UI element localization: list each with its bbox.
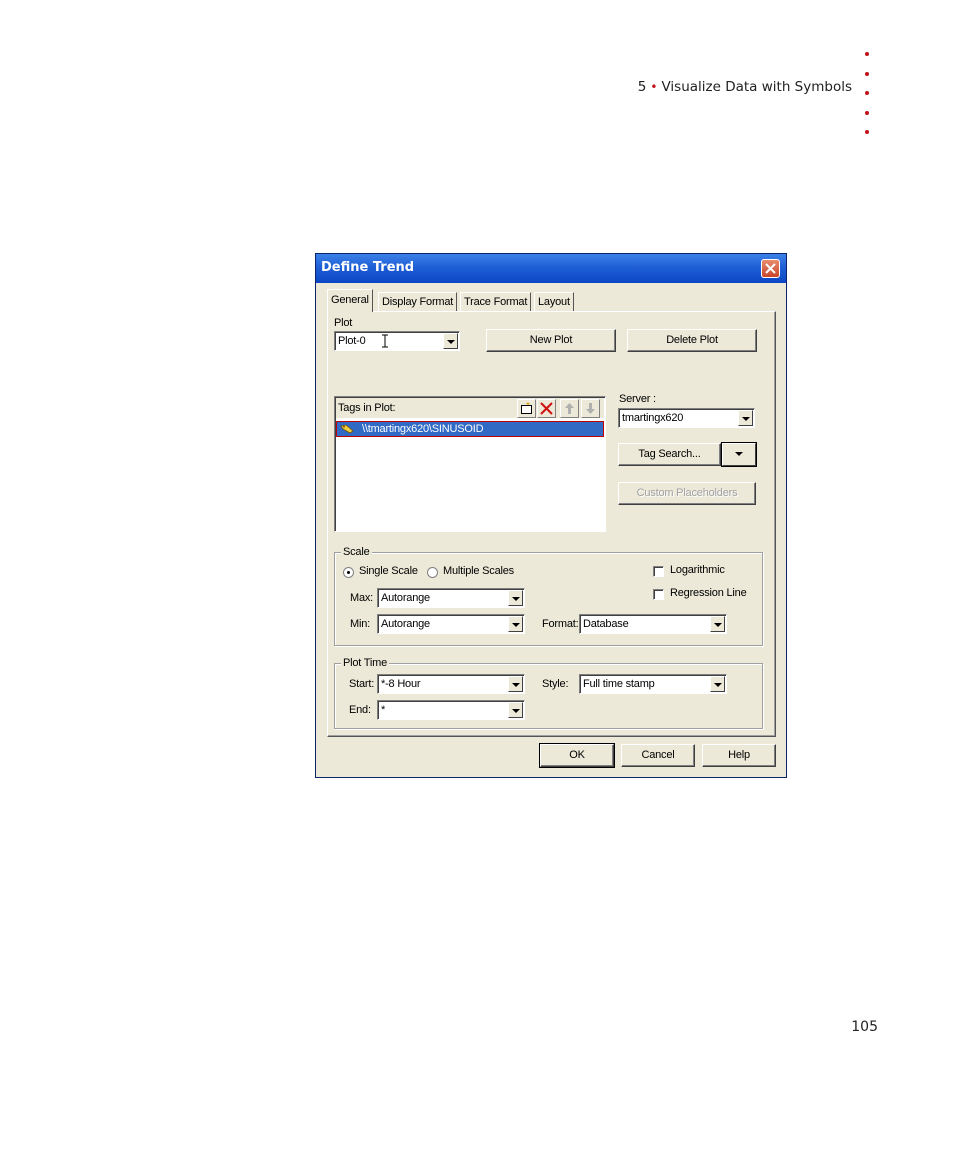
page-header: 5 • Visualize Data with Symbols <box>600 79 852 95</box>
new-plot-button[interactable]: New Plot <box>486 329 616 352</box>
define-trend-dialog: Define Trend General Display Format Trac… <box>315 253 787 778</box>
start-label: Start: <box>349 678 375 690</box>
custom-placeholders-button[interactable]: Custom Placeholders <box>618 482 756 505</box>
move-up-icon <box>565 403 574 414</box>
chevron-down-icon[interactable] <box>710 676 725 692</box>
delete-tag-icon <box>540 402 553 415</box>
plot-select[interactable]: Plot-0 <box>334 331 460 351</box>
format-select[interactable]: Database <box>579 614 727 634</box>
move-tag-down-button[interactable] <box>581 399 600 418</box>
start-time-select[interactable]: *-8 Hour <box>377 674 525 694</box>
plot-select-value: Plot-0 <box>338 335 366 347</box>
format-select-value: Database <box>583 618 629 630</box>
logarithmic-label: Logarithmic <box>670 564 725 576</box>
cancel-button[interactable]: Cancel <box>621 744 695 767</box>
style-select-value: Full time stamp <box>583 678 655 690</box>
tag-list-item[interactable]: \\tmartingx620\SINUSOID <box>336 421 604 437</box>
new-tag-icon <box>521 402 532 414</box>
move-tag-up-button[interactable] <box>560 399 579 418</box>
text-cursor-icon <box>382 334 388 348</box>
tag-search-menu-button[interactable] <box>721 442 757 467</box>
tab-display-format[interactable]: Display Format <box>378 292 458 311</box>
regression-line-label: Regression Line <box>670 587 747 599</box>
move-down-icon <box>586 403 595 414</box>
tag-search-button[interactable]: Tag Search... <box>618 443 721 466</box>
scale-group: Scale Single Scale Multiple Scales Logar… <box>334 546 763 646</box>
help-button[interactable]: Help <box>702 744 776 767</box>
chevron-down-icon[interactable] <box>443 333 458 349</box>
min-select-value: Autorange <box>381 618 430 630</box>
chapter-title: Visualize Data with Symbols <box>661 79 852 95</box>
delete-plot-button[interactable]: Delete Plot <box>627 329 757 352</box>
tag-icon <box>340 424 354 434</box>
single-scale-label: Single Scale <box>359 565 418 577</box>
tab-layout[interactable]: Layout <box>534 292 574 311</box>
ok-button[interactable]: OK <box>539 743 615 768</box>
plot-label: Plot <box>334 317 353 329</box>
tag-list-item-label: \\tmartingx620\SINUSOID <box>362 423 484 435</box>
min-label: Min: <box>350 618 370 630</box>
logarithmic-checkbox[interactable] <box>653 566 664 577</box>
multiple-scales-radio[interactable] <box>427 567 438 578</box>
chevron-down-icon[interactable] <box>508 590 523 606</box>
new-tag-button[interactable] <box>517 399 536 418</box>
max-select-value: Autorange <box>381 592 430 604</box>
regression-line-checkbox[interactable] <box>653 589 664 600</box>
tab-general[interactable]: General <box>327 289 373 312</box>
server-select[interactable]: tmartingx620 <box>618 408 755 428</box>
max-label: Max: <box>350 592 374 604</box>
plot-time-group-title: Plot Time <box>341 657 390 669</box>
general-tab-panel: Plot Plot-0 New Plot Delete Plot Tags in… <box>327 311 776 737</box>
chevron-down-icon[interactable] <box>508 676 523 692</box>
chevron-down-icon[interactable] <box>508 616 523 632</box>
end-time-value: * <box>381 704 386 716</box>
start-time-value: *-8 Hour <box>381 678 421 690</box>
page-number: 105 <box>851 1019 878 1035</box>
single-scale-radio[interactable] <box>343 567 354 578</box>
tags-list-header: Tags in Plot: <box>336 398 604 418</box>
chevron-down-icon[interactable] <box>508 702 523 718</box>
dialog-client: General Display Format Trace Format Layo… <box>320 283 782 773</box>
chevron-down-icon[interactable] <box>710 616 725 632</box>
plot-time-group: Plot Time Start: *-8 Hour End: * Style: … <box>334 657 763 729</box>
close-button[interactable] <box>761 259 780 278</box>
tags-in-plot-label: Tags in Plot: <box>338 402 396 414</box>
format-label: Format: <box>542 618 579 630</box>
server-label: Server : <box>619 393 656 405</box>
style-label: Style: <box>542 678 569 690</box>
margin-dots <box>865 52 873 150</box>
scale-group-title: Scale <box>341 546 372 558</box>
max-select[interactable]: Autorange <box>377 588 525 608</box>
end-label: End: <box>349 704 371 716</box>
tags-in-plot-list[interactable]: Tags in Plot: \\tmartingx620\SINUSOID <box>334 396 606 532</box>
server-select-value: tmartingx620 <box>622 412 684 424</box>
end-time-select[interactable]: * <box>377 700 525 720</box>
dialog-title: Define Trend <box>321 260 415 275</box>
close-icon <box>765 263 776 274</box>
style-select[interactable]: Full time stamp <box>579 674 727 694</box>
min-select[interactable]: Autorange <box>377 614 525 634</box>
delete-tag-button[interactable] <box>537 399 556 418</box>
dialog-titlebar[interactable]: Define Trend <box>316 254 786 283</box>
chevron-down-icon[interactable] <box>738 410 753 426</box>
multiple-scales-label: Multiple Scales <box>443 565 514 577</box>
tab-trace-format[interactable]: Trace Format <box>460 292 532 311</box>
chapter-number: 5 <box>637 79 647 95</box>
header-separator: • <box>650 80 658 94</box>
